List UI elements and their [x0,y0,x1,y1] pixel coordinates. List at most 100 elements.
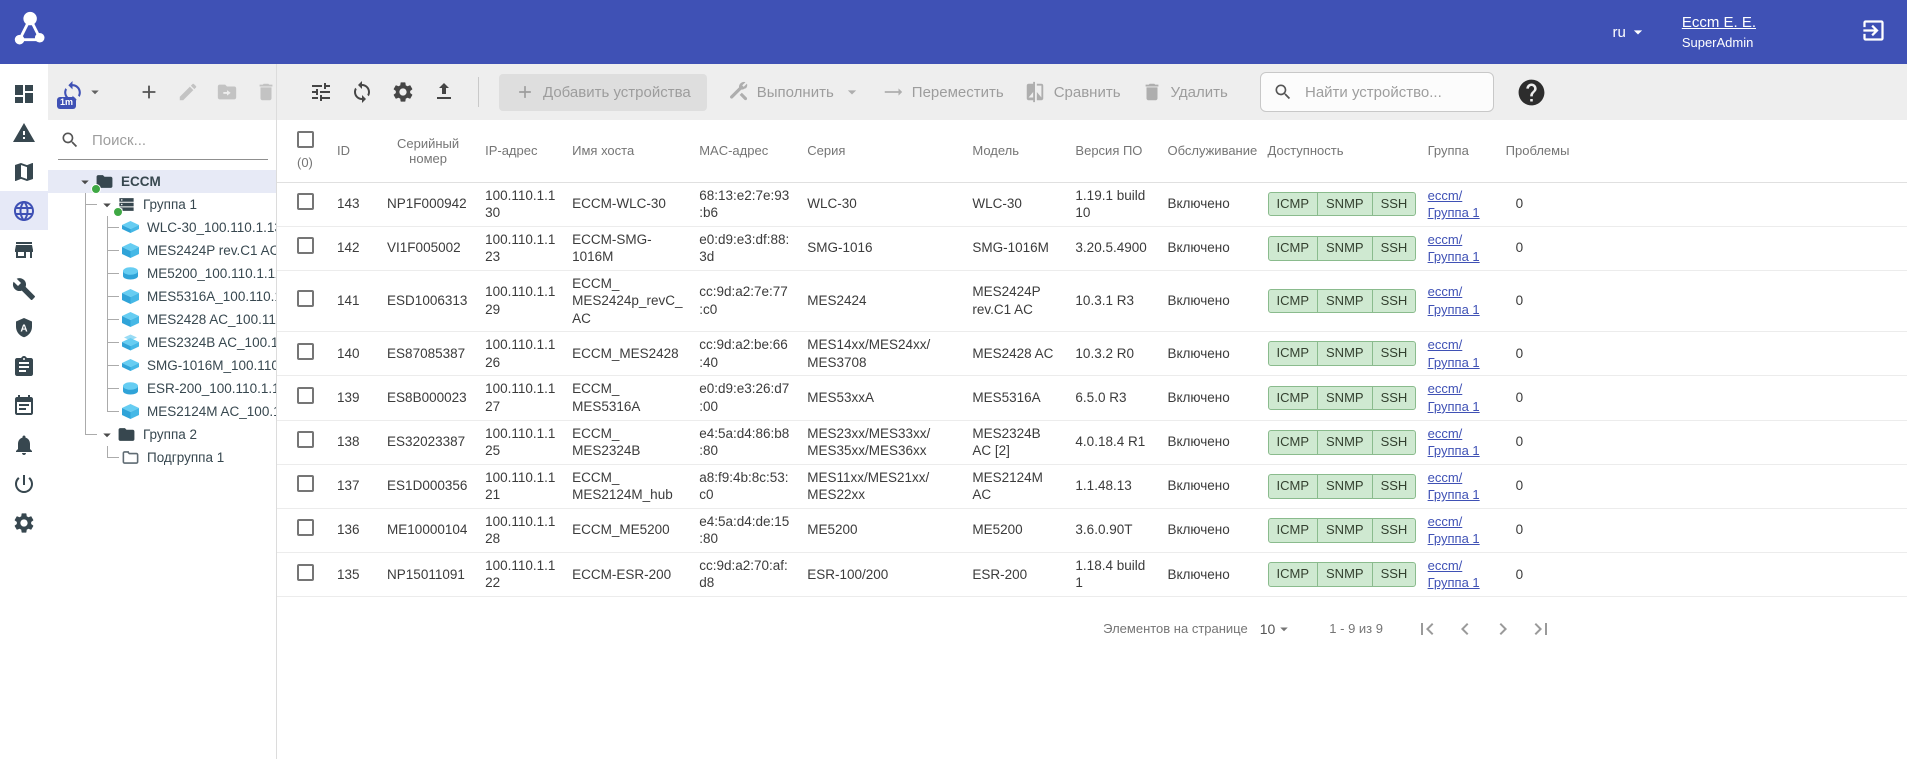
column-header[interactable]: Обслуживание [1159,120,1259,182]
tree-search-input[interactable] [90,131,266,150]
row-checkbox[interactable] [297,343,314,360]
edit-group-button[interactable] [175,79,201,105]
clipboard-icon [12,355,36,379]
sidebar-item-alarms[interactable] [0,113,48,152]
tree-node[interactable]: MES2124M AC_100.110.1 [48,400,276,423]
column-header[interactable]: Серийный номер [379,120,477,182]
table-row[interactable]: 138ES32023387100.110.1.125ECCM_​MES2324B… [277,420,1907,464]
group-link[interactable]: eccm/Группа 1 [1428,380,1480,415]
availability-badge: ICMP [1269,475,1318,498]
tree-node[interactable]: WLC-30_100.110.1.130 [48,216,276,239]
group-link[interactable]: eccm/Группа 1 [1428,336,1480,371]
table-row[interactable]: 140ES87085387100.110.1.126ECCM_​MES2428c… [277,332,1907,376]
auto-refresh-control[interactable]: 1m [60,80,104,105]
group-link[interactable]: eccm/Группа 1 [1428,187,1480,222]
tree-node[interactable]: Группа 2 [48,423,276,446]
help-button[interactable] [1516,77,1547,108]
compare-button[interactable]: Сравнить [1024,81,1121,103]
group-link[interactable]: eccm/Группа 1 [1428,231,1480,266]
sidebar-item-devices[interactable] [0,191,48,230]
row-checkbox[interactable] [297,564,314,581]
tree-node[interactable]: Подгруппа 1 [48,446,276,469]
sidebar-item-settings[interactable] [0,503,48,542]
tree-node[interactable]: ESR-200_100.110.1.122 [48,377,276,400]
column-header[interactable]: Проблемы [1498,120,1558,182]
export-button[interactable] [430,78,458,106]
user-name-link[interactable]: Eccm E. E. [1682,14,1756,31]
row-checkbox[interactable] [297,431,314,448]
tree-node[interactable]: MES2428 AC_100.110.1.1 [48,308,276,331]
group-link[interactable]: eccm/Группа 1 [1428,283,1480,318]
table-row[interactable]: 136ME10000104100.110.1.128ECCM_​ME5200e4… [277,508,1907,552]
row-checkbox[interactable] [297,387,314,404]
tree-node[interactable]: MES2424P rev.C1 AC_100 [48,239,276,262]
cell-serial: ESD1006313 [379,270,477,332]
sidebar-item-dashboard[interactable] [0,74,48,113]
add-group-button[interactable] [136,79,162,105]
sidebar-item-tasks[interactable] [0,347,48,386]
group-link[interactable]: eccm/Группа 1 [1428,513,1480,548]
group-link[interactable]: eccm/Группа 1 [1428,425,1480,460]
table-row[interactable]: 139ES8B000023100.110.1.127ECCM_​MES5316A… [277,376,1907,420]
execute-button[interactable]: Выполнить [727,81,862,103]
table-row[interactable]: 142VI1F005002100.110.1.123ECCM-SMG-1016M… [277,226,1907,270]
sidebar-item-notifications[interactable] [0,425,48,464]
cell-maintenance: Включено [1159,182,1259,226]
items-per-page-select[interactable]: 10 [1260,620,1294,638]
column-header[interactable]: ID [329,120,379,182]
row-checkbox[interactable] [297,237,314,254]
table-row[interactable]: 143NP1F000942100.110.1.130ECCM-WLC-3068:… [277,182,1907,226]
tree-node[interactable]: ME5200_100.110.1.128 [48,262,276,285]
language-selector[interactable]: ru [1612,22,1647,42]
move-group-button[interactable] [214,79,240,105]
column-header[interactable]: Доступность [1260,120,1420,182]
tree-node[interactable]: Группа 1 [48,193,276,216]
table-row[interactable]: 141ESD1006313100.110.1.129ECCM_​MES2424p… [277,270,1907,332]
select-all-checkbox[interactable] [297,131,314,148]
sidebar-item-power[interactable] [0,464,48,503]
column-header[interactable]: Версия ПО [1067,120,1159,182]
delete-button[interactable]: Удалить [1141,81,1228,103]
tree-node[interactable]: MES2324B AC_100.110.1. [48,331,276,354]
column-header[interactable]: Имя хоста [564,120,691,182]
column-header[interactable]: Серия [799,120,964,182]
table-row[interactable]: 135NP15011091100.110.1.122ECCM-ESR-200cc… [277,552,1907,596]
logout-button[interactable] [1860,17,1887,47]
delete-label: Удалить [1171,84,1228,101]
last-page-button[interactable] [1529,617,1553,641]
add-devices-button[interactable]: Добавить устройства [499,74,707,111]
sidebar-item-schedule[interactable] [0,386,48,425]
row-checkbox[interactable] [297,193,314,210]
sidebar-item-maps[interactable] [0,152,48,191]
column-header[interactable]: MAC-адрес [691,120,799,182]
cell-series: MES53xxA [799,376,964,420]
refresh-button[interactable] [348,78,376,106]
tree-node[interactable]: ECCM [48,170,276,193]
expand-caret-icon[interactable] [98,426,116,444]
next-page-button[interactable] [1491,617,1515,641]
sidebar-item-inventory[interactable] [0,230,48,269]
table-settings-button[interactable] [389,78,417,106]
cell-availability: ICMPSNMPSSH [1260,270,1420,332]
group-link[interactable]: eccm/Группа 1 [1428,469,1480,504]
move-button[interactable]: Переместить [882,81,1004,103]
row-checkbox[interactable] [297,519,314,536]
delete-group-button[interactable] [253,79,279,105]
availability-badges: ICMPSNMPSSH [1268,236,1417,261]
tree-node[interactable]: SMG-1016M_100.110.1.12 [48,354,276,377]
group-link[interactable]: eccm/Группа 1 [1428,557,1480,592]
first-page-button[interactable] [1415,617,1439,641]
availability-badge: SNMP [1317,563,1372,586]
sidebar-item-maintenance[interactable] [0,269,48,308]
sidebar-item-security[interactable]: A [0,308,48,347]
column-header[interactable]: Модель [964,120,1067,182]
previous-page-button[interactable] [1453,617,1477,641]
column-header[interactable]: Группа [1420,120,1498,182]
filter-columns-button[interactable] [307,78,335,106]
row-checkbox[interactable] [297,290,314,307]
column-header[interactable]: IP-адрес [477,120,564,182]
device-search-input[interactable] [1303,83,1481,102]
tree-node[interactable]: MES5316A_100.110.1.127 [48,285,276,308]
row-checkbox[interactable] [297,475,314,492]
table-row[interactable]: 137ES1D000356100.110.1.121ECCM_​MES2124M… [277,464,1907,508]
